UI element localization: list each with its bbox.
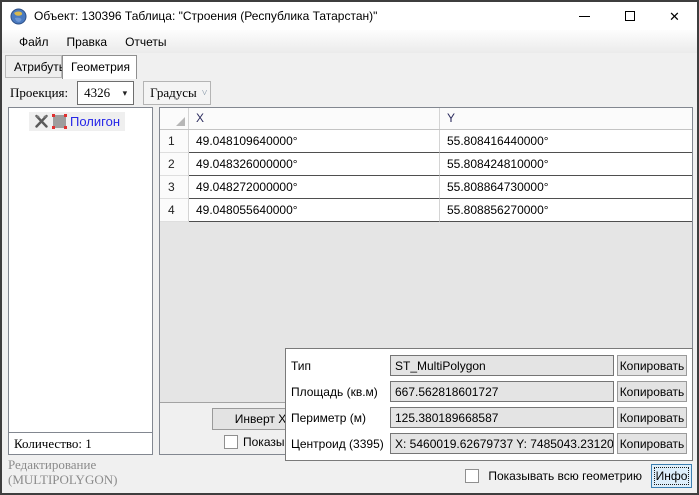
row-number[interactable]: 3 xyxy=(160,176,189,199)
edit-tools-icon xyxy=(34,114,49,129)
tab-geometry[interactable]: Геометрия xyxy=(62,55,137,79)
info-label: Периметр (м) xyxy=(291,411,390,425)
tab-bar: Атрибуты Геометрия xyxy=(2,53,697,78)
edit-mode-line1: Редактирование xyxy=(8,457,117,472)
show-all-geometry-label: Показывать всю геометрию xyxy=(488,469,642,483)
column-header-x[interactable]: X xyxy=(189,108,440,129)
info-value-field[interactable]: X: 5460019.62679737 Y: 7485043.2312051 xyxy=(390,433,614,454)
menu-edit[interactable]: Правка xyxy=(59,32,116,52)
edit-mode-status: Редактирование (MULTIPOLYGON) xyxy=(8,457,117,487)
tree-item-label: Полигон xyxy=(70,114,120,129)
chevron-down-icon: ▾ xyxy=(123,88,128,99)
row-number[interactable]: 1 xyxy=(160,130,189,153)
geometry-tree-panel: Полигон Количество: 1 xyxy=(8,107,153,455)
geometry-info-popup: Тип ST_MultiPolygon Копировать Площадь (… xyxy=(285,348,693,461)
tab-attributes[interactable]: Атрибуты xyxy=(5,55,62,78)
table-row: 2 49.048326000000° 55.808424810000° xyxy=(160,153,692,176)
info-button[interactable]: Инфо xyxy=(651,464,692,488)
units-select[interactable]: Градусы ˅ xyxy=(143,81,211,105)
copy-button[interactable]: Копировать xyxy=(617,381,687,402)
info-value-field[interactable]: ST_MultiPolygon xyxy=(390,355,614,376)
cell-y[interactable]: 55.808864730000° xyxy=(440,176,692,199)
cell-y[interactable]: 55.808856270000° xyxy=(440,199,692,222)
minimize-button[interactable] xyxy=(562,2,607,30)
close-icon: ✕ xyxy=(669,10,680,23)
info-label: Тип xyxy=(291,359,390,373)
cell-x[interactable]: 49.048272000000° xyxy=(189,176,440,199)
maximize-button[interactable] xyxy=(607,2,652,30)
cell-x[interactable]: 49.048326000000° xyxy=(189,153,440,176)
menu-reports[interactable]: Отчеты xyxy=(117,32,174,52)
tree-item-polygon[interactable]: Полигон xyxy=(29,112,125,131)
object-geometry-window: Объект: 130396 Таблица: "Строения (Респу… xyxy=(0,0,699,495)
menu-bar: Файл Правка Отчеты xyxy=(2,30,697,53)
info-row-centroid: Центроид (3395) X: 5460019.62679737 Y: 7… xyxy=(291,431,687,456)
info-row-area: Площадь (кв.м) 667.562818601727 Копирова… xyxy=(291,379,687,404)
show-all-geometry-checkbox[interactable] xyxy=(465,469,479,483)
show-checkbox-label: Показы xyxy=(243,435,284,449)
title-bar: Объект: 130396 Таблица: "Строения (Респу… xyxy=(2,2,697,30)
column-header-y[interactable]: Y xyxy=(440,108,692,129)
select-all-corner[interactable] xyxy=(160,108,189,129)
show-checkbox-row: Показы xyxy=(224,435,284,449)
info-row-perimeter: Периметр (м) 125.380189668587 Копировать xyxy=(291,405,687,430)
table-row: 4 49.048055640000° 55.808856270000° xyxy=(160,199,692,222)
count-label: Количество: 1 xyxy=(8,432,153,455)
cell-x[interactable]: 49.048109640000° xyxy=(189,130,440,153)
window-controls: ✕ xyxy=(562,2,697,30)
maximize-icon xyxy=(625,11,635,21)
table-row: 3 49.048272000000° 55.808864730000° xyxy=(160,176,692,199)
info-value-field[interactable]: 667.562818601727 xyxy=(390,381,614,402)
units-value: Градусы xyxy=(150,85,197,101)
close-button[interactable]: ✕ xyxy=(652,2,697,30)
menu-file[interactable]: Файл xyxy=(11,32,57,52)
chevron-down-icon: ˅ xyxy=(202,88,208,99)
grid-header: X Y xyxy=(160,108,692,130)
copy-button[interactable]: Копировать xyxy=(617,355,687,376)
checkbox-icon[interactable] xyxy=(224,435,238,449)
cell-y[interactable]: 55.808416440000° xyxy=(440,130,692,153)
row-number[interactable]: 2 xyxy=(160,153,189,176)
projection-value: 4326 xyxy=(84,85,110,101)
copy-button[interactable]: Копировать xyxy=(617,407,687,428)
globe-icon xyxy=(10,8,27,25)
table-row: 1 49.048109640000° 55.808416440000° xyxy=(160,130,692,153)
info-value-field[interactable]: 125.380189668587 xyxy=(390,407,614,428)
cell-y[interactable]: 55.808424810000° xyxy=(440,153,692,176)
status-bar-actions: Показывать всю геометрию Инфо xyxy=(465,464,692,488)
polygon-icon xyxy=(53,115,66,128)
info-row-type: Тип ST_MultiPolygon Копировать xyxy=(291,353,687,378)
minimize-icon xyxy=(579,16,590,17)
projection-toolbar: Проекция: 4326 ▾ Градусы ˅ xyxy=(2,78,697,108)
info-label: Площадь (кв.м) xyxy=(291,385,390,399)
cell-x[interactable]: 49.048055640000° xyxy=(189,199,440,222)
projection-label: Проекция: xyxy=(10,85,68,101)
edit-mode-line2: (MULTIPOLYGON) xyxy=(8,472,117,487)
projection-select[interactable]: 4326 ▾ xyxy=(77,81,134,105)
copy-button[interactable]: Копировать xyxy=(617,433,687,454)
row-number[interactable]: 4 xyxy=(160,199,189,222)
info-label: Центроид (3395) xyxy=(291,437,390,451)
window-title: Объект: 130396 Таблица: "Строения (Респу… xyxy=(34,9,377,23)
